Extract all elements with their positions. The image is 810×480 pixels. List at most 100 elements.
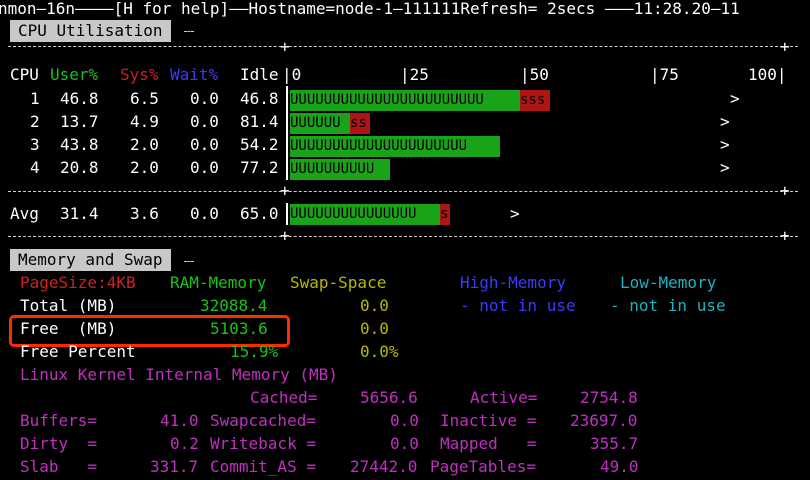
memory-title-divider [184, 261, 194, 262]
cpu-row-4-user: 20.8 [60, 158, 99, 177]
cpu-avg-marker: > [510, 204, 520, 223]
cpu-row-4-marker: > [720, 158, 730, 177]
cpu-col-cpu: CPU [10, 65, 39, 84]
cpu-avg-divider [8, 191, 798, 192]
kernel-active-value: 2754.8 [580, 388, 638, 407]
kernel-commit-label: Commit_AS = [210, 457, 316, 476]
kernel-pagetables-value: 49.0 [600, 457, 639, 476]
cpu-row-2-id: 2 [30, 112, 40, 131]
cpu-col-sys: Sys% [120, 65, 159, 84]
cpu-scale-25: |25 [400, 65, 429, 84]
cpu-row-2-marker: > [720, 112, 730, 131]
kernel-slab-value: 331.7 [150, 457, 199, 476]
cpu-top-divider [8, 46, 798, 47]
kernel-dirty-label: Dirty = [20, 434, 98, 453]
nmon-title-bar: nmon—16n————[H for help]——Hostname=node-… [0, 0, 740, 18]
cpu-row-2-sys: 4.9 [130, 112, 159, 131]
memory-swap-header: Swap-Space [290, 273, 387, 292]
kernel-memory-title: Linux Kernel Internal Memory (MB) [20, 365, 338, 384]
kernel-cached-label: Cached= [250, 388, 318, 407]
cpu-row-2-idle: 81.4 [240, 112, 279, 131]
kernel-writeback-value: 0.0 [390, 434, 419, 453]
memory-total-ram: 32088.4 [200, 296, 268, 315]
cpu-avg-user: 31.4 [60, 204, 99, 223]
cpu-avg-sys: 3.6 [130, 204, 159, 223]
kernel-swapcached-value: 0.0 [390, 411, 419, 430]
kernel-slab-label: Slab = [20, 457, 98, 476]
cpu-divider-plus: + [280, 37, 290, 56]
cpu-row-2-bar: UUUUUU ss [290, 113, 370, 134]
cpu-row-4-wait: 0.0 [190, 158, 219, 177]
kernel-cached-value: 5656.6 [360, 388, 418, 407]
cpu-col-wait: Wait% [170, 65, 219, 84]
cpu-scale-100: 100| [748, 65, 787, 84]
cpu-row-3-user: 43.8 [60, 135, 99, 154]
kernel-writeback-label: Writeback = [210, 434, 316, 453]
cpu-row-1-idle: 46.8 [240, 89, 279, 108]
cpu-bottom-divider [8, 236, 798, 237]
cpu-row-1-sys-bar: sss [520, 90, 550, 111]
memory-percent-label: Free Percent [20, 342, 136, 361]
cpu-avg-sys-bar: s [440, 204, 450, 225]
cpu-row-1-wait: 0.0 [190, 89, 219, 108]
cpu-bottom-divider-plus: + [280, 226, 290, 245]
cpu-row-3-wait: 0.0 [190, 135, 219, 154]
cpu-bottom-divider-plus-right: + [780, 226, 790, 245]
cpu-row-4-bar: UUUUUUUUUU [290, 159, 390, 180]
kernel-inactive-label: Inactive = [440, 411, 537, 430]
kernel-dirty-value: 0.2 [170, 434, 199, 453]
cpu-row-4-sys: 2.0 [130, 158, 159, 177]
cpu-row-3-id: 3 [30, 135, 40, 154]
memory-free-swap: 0.0 [360, 319, 389, 338]
cpu-row-4-id: 4 [30, 158, 40, 177]
memory-total-swap: 0.0 [360, 296, 389, 315]
cpu-row-2-sys-bar: ss [350, 113, 370, 134]
kernel-swapcached-label: Swapcached= [210, 411, 316, 430]
kernel-pagetables-label: PageTables= [430, 457, 536, 476]
memory-ram-header: RAM-Memory [170, 273, 267, 292]
memory-percent-ram: 15.9% [230, 342, 279, 361]
memory-page-size: PageSize:4KB [20, 273, 136, 292]
cpu-col-user: User% [50, 65, 99, 84]
cpu-row-1-user: 46.8 [60, 89, 99, 108]
cpu-row-4-user-bar: UUUUUUUUUU [290, 159, 390, 180]
cpu-avg-idle: 65.0 [240, 204, 279, 223]
cpu-row-2-user-bar: UUUUUU [290, 113, 350, 134]
cpu-avg-bar: UUUUUUUUUUUUUUU s [290, 204, 450, 225]
cpu-divider-plus-right: + [780, 37, 790, 56]
cpu-row-2-user: 13.7 [60, 112, 99, 131]
cpu-avg-label: Avg [10, 204, 39, 223]
cpu-row-1-id: 1 [30, 89, 40, 108]
cpu-avg-user-bar: UUUUUUUUUUUUUUU [290, 204, 440, 225]
cpu-axis-line [286, 86, 288, 180]
cpu-row-3-bar: UUUUUUUUUUUUUUUUUUUUU [290, 136, 500, 157]
cpu-scale-0: |0 [282, 65, 302, 84]
cpu-row-3-idle: 54.2 [240, 135, 279, 154]
cpu-row-1-marker: > [730, 89, 740, 108]
cpu-title-divider [184, 31, 194, 32]
cpu-row-3-sys: 2.0 [130, 135, 159, 154]
cpu-row-2-wait: 0.0 [190, 112, 219, 131]
kernel-commit-value: 27442.0 [350, 457, 418, 476]
cpu-row-4-idle: 77.2 [240, 158, 279, 177]
kernel-buffers-value: 41.0 [160, 411, 199, 430]
kernel-inactive-value: 23697.0 [570, 411, 638, 430]
cpu-scale-75: |75 [650, 65, 679, 84]
kernel-mapped-value: 355.7 [590, 434, 639, 453]
kernel-active-label: Active= [470, 388, 538, 407]
kernel-buffers-label: Buffers= [20, 411, 98, 430]
memory-section-title: Memory and Swap [10, 249, 171, 271]
cpu-avg-divider-plus-right: + [780, 181, 790, 200]
cpu-avg-wait: 0.0 [190, 204, 219, 223]
cpu-avg-divider-plus: + [280, 181, 290, 200]
memory-total-label: Total (MB) [20, 296, 117, 315]
memory-percent-swap: 0.0% [360, 342, 399, 361]
cpu-row-3-marker: > [720, 135, 730, 154]
kernel-mapped-label: Mapped = [440, 434, 537, 453]
memory-low-header: Low-Memory [620, 273, 717, 292]
cpu-avg-axis-line [286, 203, 288, 225]
memory-low-status: - not in use [610, 296, 726, 315]
cpu-row-1-bar: UUUUUUUUUUUUUUUUUUUUUUU sss [290, 90, 550, 111]
cpu-scale-50: |50 [520, 65, 549, 84]
cpu-col-idle: Idle [240, 65, 279, 84]
